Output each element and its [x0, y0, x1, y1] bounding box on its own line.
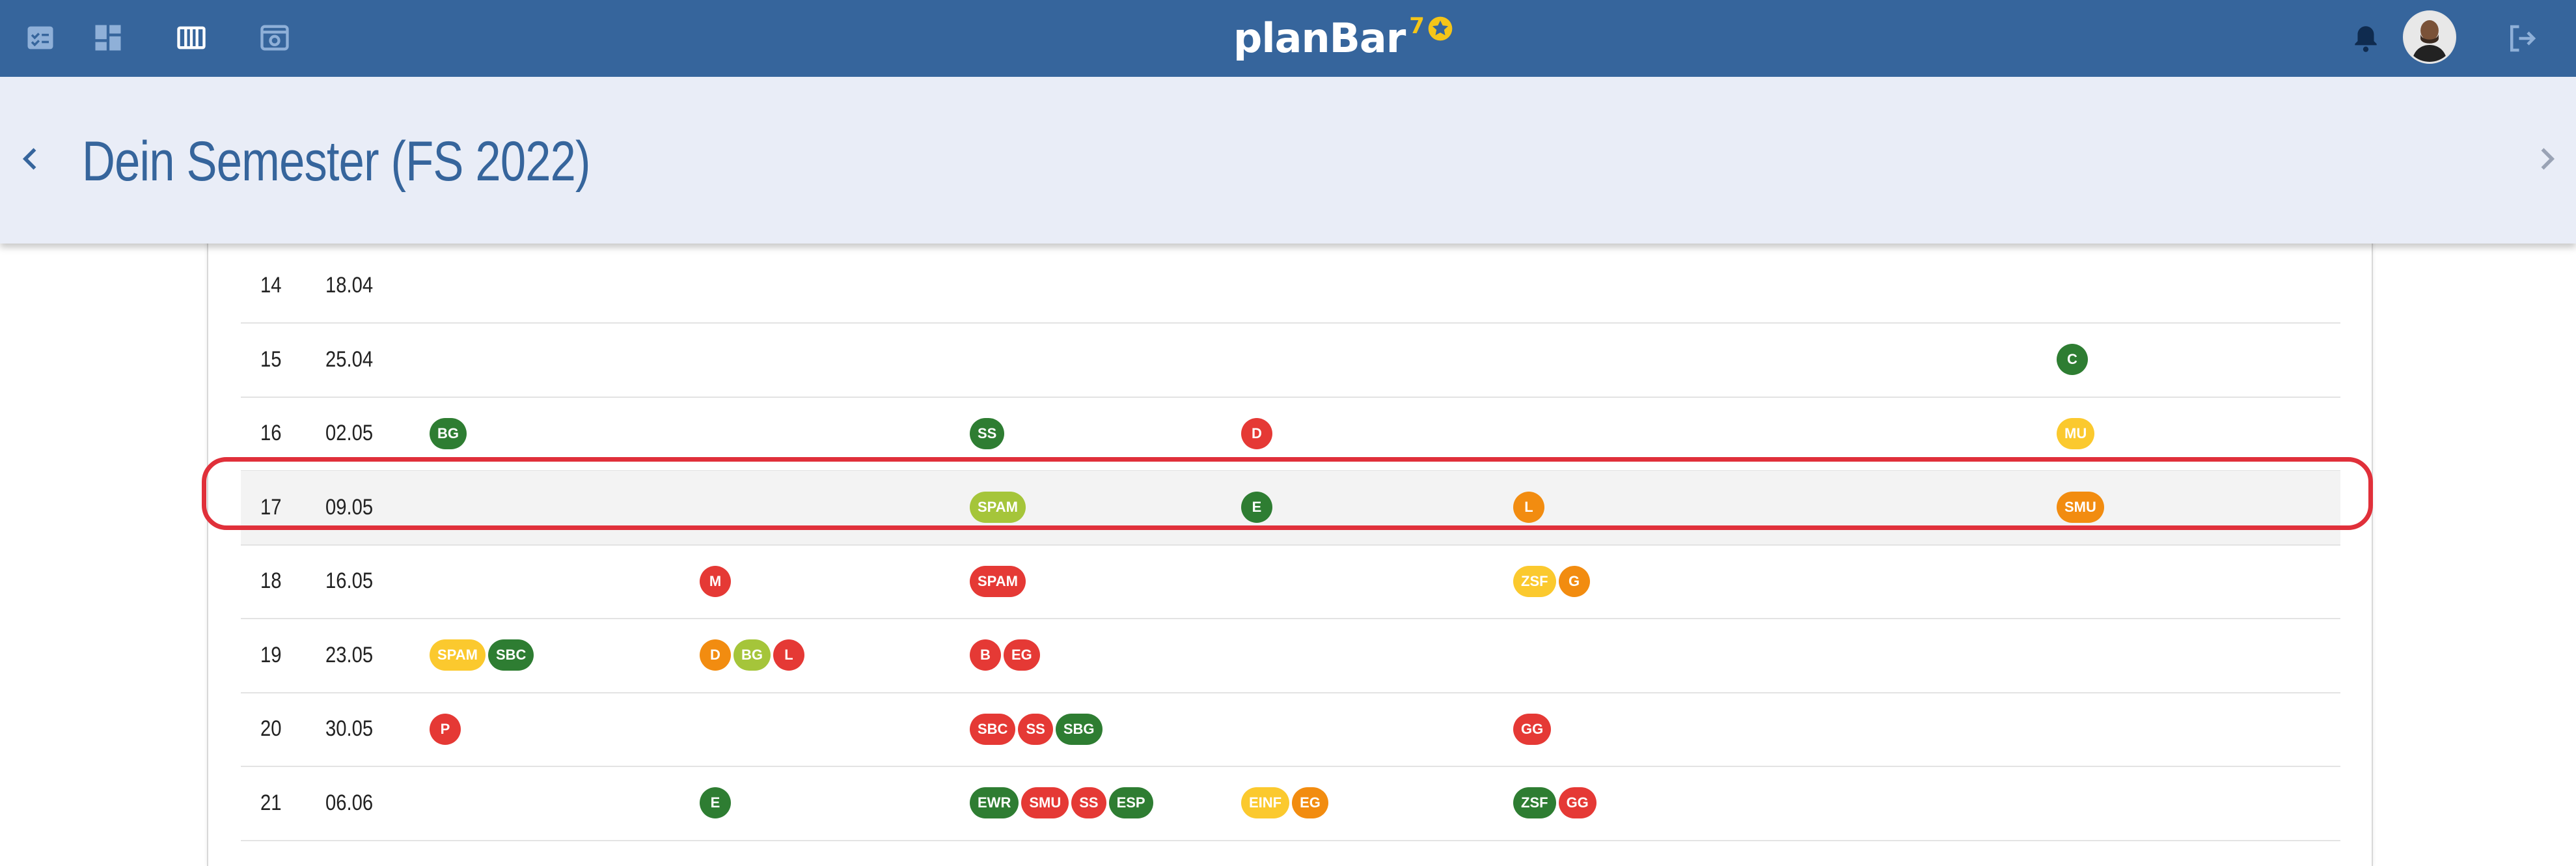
day-slot: B EG — [970, 619, 1040, 692]
table-row[interactable]: 14 18.04 — [241, 249, 2340, 324]
event-badge[interactable]: P — [430, 713, 461, 745]
table-row[interactable]: 16 02.05 BG SS D MU — [241, 397, 2340, 471]
event-badge[interactable]: EG — [1292, 787, 1328, 818]
day-slot: MU — [2057, 397, 2095, 470]
day-slot: E — [1241, 471, 1272, 544]
event-badge[interactable]: SBC — [487, 639, 534, 671]
event-badge[interactable]: ESP — [1108, 787, 1153, 818]
day-slot: ZSF GG — [1513, 766, 1596, 840]
day-slot: SPAM — [970, 471, 1026, 544]
avatar[interactable] — [2403, 10, 2456, 64]
event-badge[interactable]: B — [970, 639, 1001, 671]
star-icon — [1428, 16, 1453, 41]
day-slot: ZSF G — [1513, 544, 1590, 618]
table-row[interactable]: 17 09.05 SPAM E L SMU — [241, 470, 2340, 546]
week-date: 16.05 — [325, 568, 374, 593]
week-date: 23.05 — [325, 642, 374, 667]
event-badge[interactable]: SMU — [1021, 787, 1069, 818]
day-slot: EINF EG — [1241, 766, 1328, 840]
event-badge[interactable]: BG — [430, 417, 467, 449]
event-badge[interactable]: EINF — [1241, 787, 1290, 818]
bell-icon[interactable] — [2350, 22, 2382, 55]
day-slot: SPAM SBC — [430, 619, 534, 692]
day-slot: GG — [1513, 692, 1552, 766]
event-badge[interactable]: MU — [2057, 417, 2095, 449]
week-number: 14 — [260, 273, 282, 298]
day-slot: EWR SMU SS ESP — [970, 766, 1153, 840]
day-slot: SPAM — [970, 544, 1026, 618]
day-slot: E — [700, 766, 731, 840]
table-row[interactable]: 15 25.04 C — [241, 323, 2340, 398]
event-badge[interactable]: SPAM — [430, 639, 486, 671]
page-title: Dein Semester (FS 2022) — [82, 130, 591, 193]
event-badge[interactable]: EG — [1004, 639, 1040, 671]
event-badge[interactable]: ZSF — [1513, 565, 1556, 597]
table-row[interactable]: 19 23.05 SPAM SBC D BG L B EG — [241, 619, 2340, 693]
event-badge[interactable]: EWR — [970, 787, 1019, 818]
event-badge[interactable]: L — [773, 639, 804, 671]
week-number: 16 — [260, 421, 282, 445]
event-badge[interactable]: L — [1513, 492, 1544, 523]
dashboard-icon[interactable] — [91, 21, 125, 55]
event-badge[interactable]: SPAM — [970, 565, 1026, 597]
event-badge[interactable]: GG — [1558, 787, 1596, 818]
day-slot: C — [2057, 323, 2088, 397]
table-row[interactable]: 18 16.05 M SPAM ZSF G — [241, 544, 2340, 619]
page-header: Dein Semester (FS 2022) — [0, 77, 2576, 244]
week-date: 30.05 — [325, 716, 374, 741]
week-number: 17 — [260, 494, 282, 520]
event-badge[interactable]: SS — [1071, 787, 1106, 818]
day-slot: L — [1513, 471, 1544, 544]
table-row[interactable]: 20 30.05 P SBC SS SBG GG — [241, 692, 2340, 767]
event-badge[interactable]: ZSF — [1513, 787, 1556, 818]
event-badge[interactable]: C — [2057, 344, 2088, 375]
event-badge[interactable]: SBC — [970, 713, 1016, 745]
event-badge[interactable]: E — [700, 787, 731, 818]
event-badge[interactable]: G — [1558, 565, 1590, 597]
week-number: 19 — [260, 642, 282, 667]
top-bar: planBar 7 — [0, 0, 2576, 77]
week-number: 20 — [260, 716, 282, 741]
brand-name: planBar — [1233, 14, 1406, 62]
day-slot: SMU — [2057, 471, 2104, 544]
week-number: 18 — [260, 568, 282, 593]
week-date: 09.05 — [325, 494, 374, 520]
chevron-right-icon[interactable] — [2532, 145, 2560, 173]
day-slot: SS — [970, 397, 1005, 470]
logout-icon[interactable] — [2504, 21, 2540, 56]
event-badge[interactable]: SBG — [1055, 713, 1103, 745]
week-date: 18.04 — [325, 273, 374, 298]
week-number: 21 — [260, 790, 282, 815]
event-badge[interactable]: SPAM — [970, 492, 1026, 523]
screen-icon[interactable] — [258, 21, 292, 55]
week-date: 25.04 — [325, 346, 374, 372]
day-slot: M — [700, 544, 731, 618]
event-badge[interactable]: SMU — [2057, 492, 2104, 523]
event-badge[interactable]: M — [700, 565, 731, 597]
checklist-icon[interactable] — [23, 21, 57, 55]
event-badge[interactable]: SS — [1018, 713, 1053, 745]
event-badge[interactable]: D — [1241, 417, 1272, 449]
event-badge[interactable]: SS — [970, 417, 1005, 449]
semester-table: 14 18.04 15 25.04 C 16 02.05 BG SS D MU 17 09.05 SPAM… — [207, 215, 2373, 866]
calendar-columns-icon[interactable] — [174, 21, 208, 55]
event-badge[interactable]: GG — [1513, 713, 1552, 745]
week-date: 02.05 — [325, 421, 374, 445]
event-badge[interactable]: BG — [733, 639, 771, 671]
table-row[interactable]: 21 06.06 E EWR SMU SS ESP EINF EG ZSF GG — [241, 766, 2340, 841]
day-slot: SBC SS SBG — [970, 692, 1103, 766]
day-slot: D BG L — [700, 619, 804, 692]
chevron-left-icon[interactable] — [17, 145, 46, 173]
event-badge[interactable]: D — [700, 639, 731, 671]
week-number: 15 — [260, 346, 282, 372]
day-slot: BG — [430, 397, 467, 470]
brand-version: 7 — [1409, 13, 1425, 39]
day-slot: P — [430, 692, 461, 766]
brand-logo[interactable]: planBar 7 — [1233, 9, 1453, 68]
day-slot: D — [1241, 397, 1272, 470]
event-badge[interactable]: E — [1241, 492, 1272, 523]
week-date: 06.06 — [325, 790, 374, 815]
